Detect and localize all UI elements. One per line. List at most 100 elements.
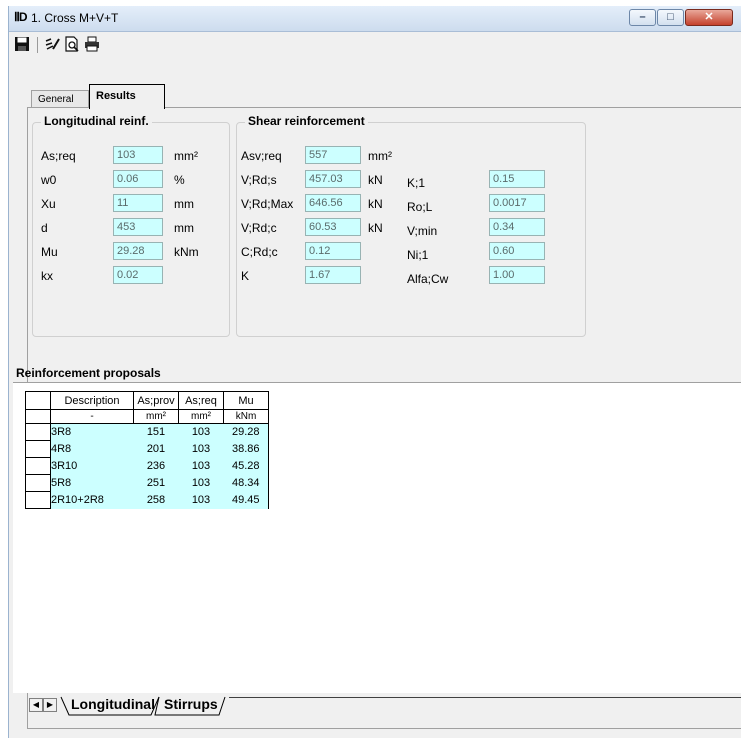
row-header[interactable] (25, 409, 51, 424)
xu-unit: mm (174, 197, 194, 211)
cell-as-prov[interactable]: 236 (133, 457, 179, 475)
kx-field[interactable]: 0.02 (113, 266, 163, 284)
table-row[interactable]: 5R8 251 103 48.34 (25, 474, 269, 492)
cell-as-req[interactable]: 103 (178, 491, 224, 509)
title-bar[interactable]: ⅡD 1. Cross M+V+T – □ ✕ (9, 6, 741, 32)
sheet-tab-longitudinal[interactable]: Longitudinal (71, 696, 155, 712)
row-header[interactable] (25, 474, 51, 492)
cell-as-req[interactable]: 103 (178, 474, 224, 492)
cell-mu[interactable]: 48.34 (223, 474, 269, 492)
table-row[interactable]: 2R10+2R8 258 103 49.45 (25, 491, 269, 509)
cell-as-prov[interactable]: 151 (133, 423, 179, 441)
c-rd-c-field[interactable]: 0.12 (305, 242, 361, 260)
asv-req-field[interactable]: 557 (305, 146, 361, 164)
sheet-tab-bar: ◀ ▶ Longitudinal Stirrups (29, 695, 741, 717)
print-preview-button[interactable] (63, 35, 83, 55)
window-title: 1. Cross M+V+T (31, 11, 119, 25)
sheet-tab-baseline (229, 697, 741, 698)
row-header[interactable] (25, 423, 51, 441)
k1-field[interactable]: 0.15 (489, 170, 545, 188)
v-rd-max-label: V;Rd;Max (241, 197, 294, 211)
cell-as-req[interactable]: 103 (178, 440, 224, 458)
unit-mu: kNm (223, 409, 269, 424)
col-header-as-req[interactable]: As;req (178, 391, 224, 410)
k-label: K (241, 269, 250, 283)
cell-description[interactable]: 3R10 (50, 457, 134, 475)
tab-bar: General Results (9, 84, 741, 109)
minimize-icon: – (639, 11, 646, 23)
tab-general[interactable]: General (31, 90, 89, 108)
cell-as-req[interactable]: 103 (178, 423, 224, 441)
save-button[interactable] (13, 35, 33, 55)
maximize-icon: □ (667, 11, 674, 23)
ro-l-label: Ro;L (407, 200, 433, 214)
cell-mu[interactable]: 49.45 (223, 491, 269, 509)
cell-description[interactable]: 5R8 (50, 474, 134, 492)
v-rd-c-field[interactable]: 60.53 (305, 218, 361, 236)
tab-results[interactable]: Results (89, 84, 165, 109)
row-header[interactable] (25, 457, 51, 475)
col-header-description[interactable]: Description (50, 391, 134, 410)
cell-as-prov[interactable]: 201 (133, 440, 179, 458)
close-button[interactable]: ✕ (685, 9, 733, 26)
v-rd-c-unit: kN (368, 221, 383, 235)
longitudinal-group-title: Longitudinal reinf. (41, 114, 152, 128)
v-rd-s-label: V;Rd;s (241, 173, 277, 187)
cell-description[interactable]: 2R10+2R8 (50, 491, 134, 509)
k-field[interactable]: 1.67 (305, 266, 361, 284)
ro-l-field[interactable]: 0.0017 (489, 194, 545, 212)
table-row[interactable]: 3R8 151 103 29.28 (25, 423, 269, 441)
cell-description[interactable]: 4R8 (50, 440, 134, 458)
table-row[interactable]: 3R10 236 103 45.28 (25, 457, 269, 475)
v-rd-max-field[interactable]: 646.56 (305, 194, 361, 212)
cell-mu[interactable]: 38.86 (223, 440, 269, 458)
xu-label: Xu (41, 197, 56, 211)
close-icon: ✕ (704, 11, 714, 23)
maximize-button[interactable]: □ (657, 9, 684, 26)
v-rd-s-field[interactable]: 457.03 (305, 170, 361, 188)
print-button[interactable] (83, 35, 103, 55)
proposals-grid: Description As;prov As;req Mu - mm² mm² … (13, 382, 741, 693)
sheet-next-button[interactable]: ▶ (43, 698, 57, 712)
mu-field[interactable]: 29.28 (113, 242, 163, 260)
arrow-right-icon: ▶ (46, 700, 54, 709)
cell-description[interactable]: 3R8 (50, 423, 134, 441)
cell-as-prov[interactable]: 251 (133, 474, 179, 492)
app-logo-icon: ⅡD (14, 10, 28, 24)
d-field[interactable]: 453 (113, 218, 163, 236)
sheet-prev-button[interactable]: ◀ (29, 698, 43, 712)
ni1-label: Ni;1 (407, 248, 429, 262)
col-header-mu[interactable]: Mu (223, 391, 269, 410)
cell-as-req[interactable]: 103 (178, 457, 224, 475)
xu-field[interactable]: 11 (113, 194, 163, 212)
edit-button[interactable] (43, 35, 63, 55)
cell-as-prov[interactable]: 258 (133, 491, 179, 509)
w0-field[interactable]: 0.06 (113, 170, 163, 188)
shear-group-title: Shear reinforcement (245, 114, 368, 128)
v-min-field[interactable]: 0.34 (489, 218, 545, 236)
print-icon (85, 36, 99, 52)
ni1-field[interactable]: 0.60 (489, 242, 545, 260)
row-header[interactable] (25, 440, 51, 458)
toolbar (9, 32, 741, 58)
minimize-button[interactable]: – (629, 9, 656, 26)
cell-mu[interactable]: 45.28 (223, 457, 269, 475)
sheet-tab-stirrups[interactable]: Stirrups (164, 696, 218, 712)
as-req-field[interactable]: 103 (113, 146, 163, 164)
grid-corner[interactable] (25, 391, 51, 410)
longitudinal-group: Longitudinal reinf. As;req 103 mm² w0 0.… (32, 114, 230, 337)
unit-as-req: mm² (178, 409, 224, 424)
table-row[interactable]: 4R8 201 103 38.86 (25, 440, 269, 458)
d-unit: mm (174, 221, 194, 235)
col-header-as-prov[interactable]: As;prov (133, 391, 179, 410)
cell-mu[interactable]: 29.28 (223, 423, 269, 441)
d-label: d (41, 221, 48, 235)
unit-as-prov: mm² (133, 409, 179, 424)
print-preview-icon (65, 36, 79, 52)
alfa-cw-field[interactable]: 1.00 (489, 266, 545, 284)
arrow-left-icon: ◀ (32, 700, 40, 709)
kx-label: kx (41, 269, 53, 283)
shear-group: Shear reinforcement Asv;req 557 mm² V;Rd… (236, 114, 586, 337)
row-header[interactable] (25, 491, 51, 509)
v-rd-max-unit: kN (368, 197, 383, 211)
